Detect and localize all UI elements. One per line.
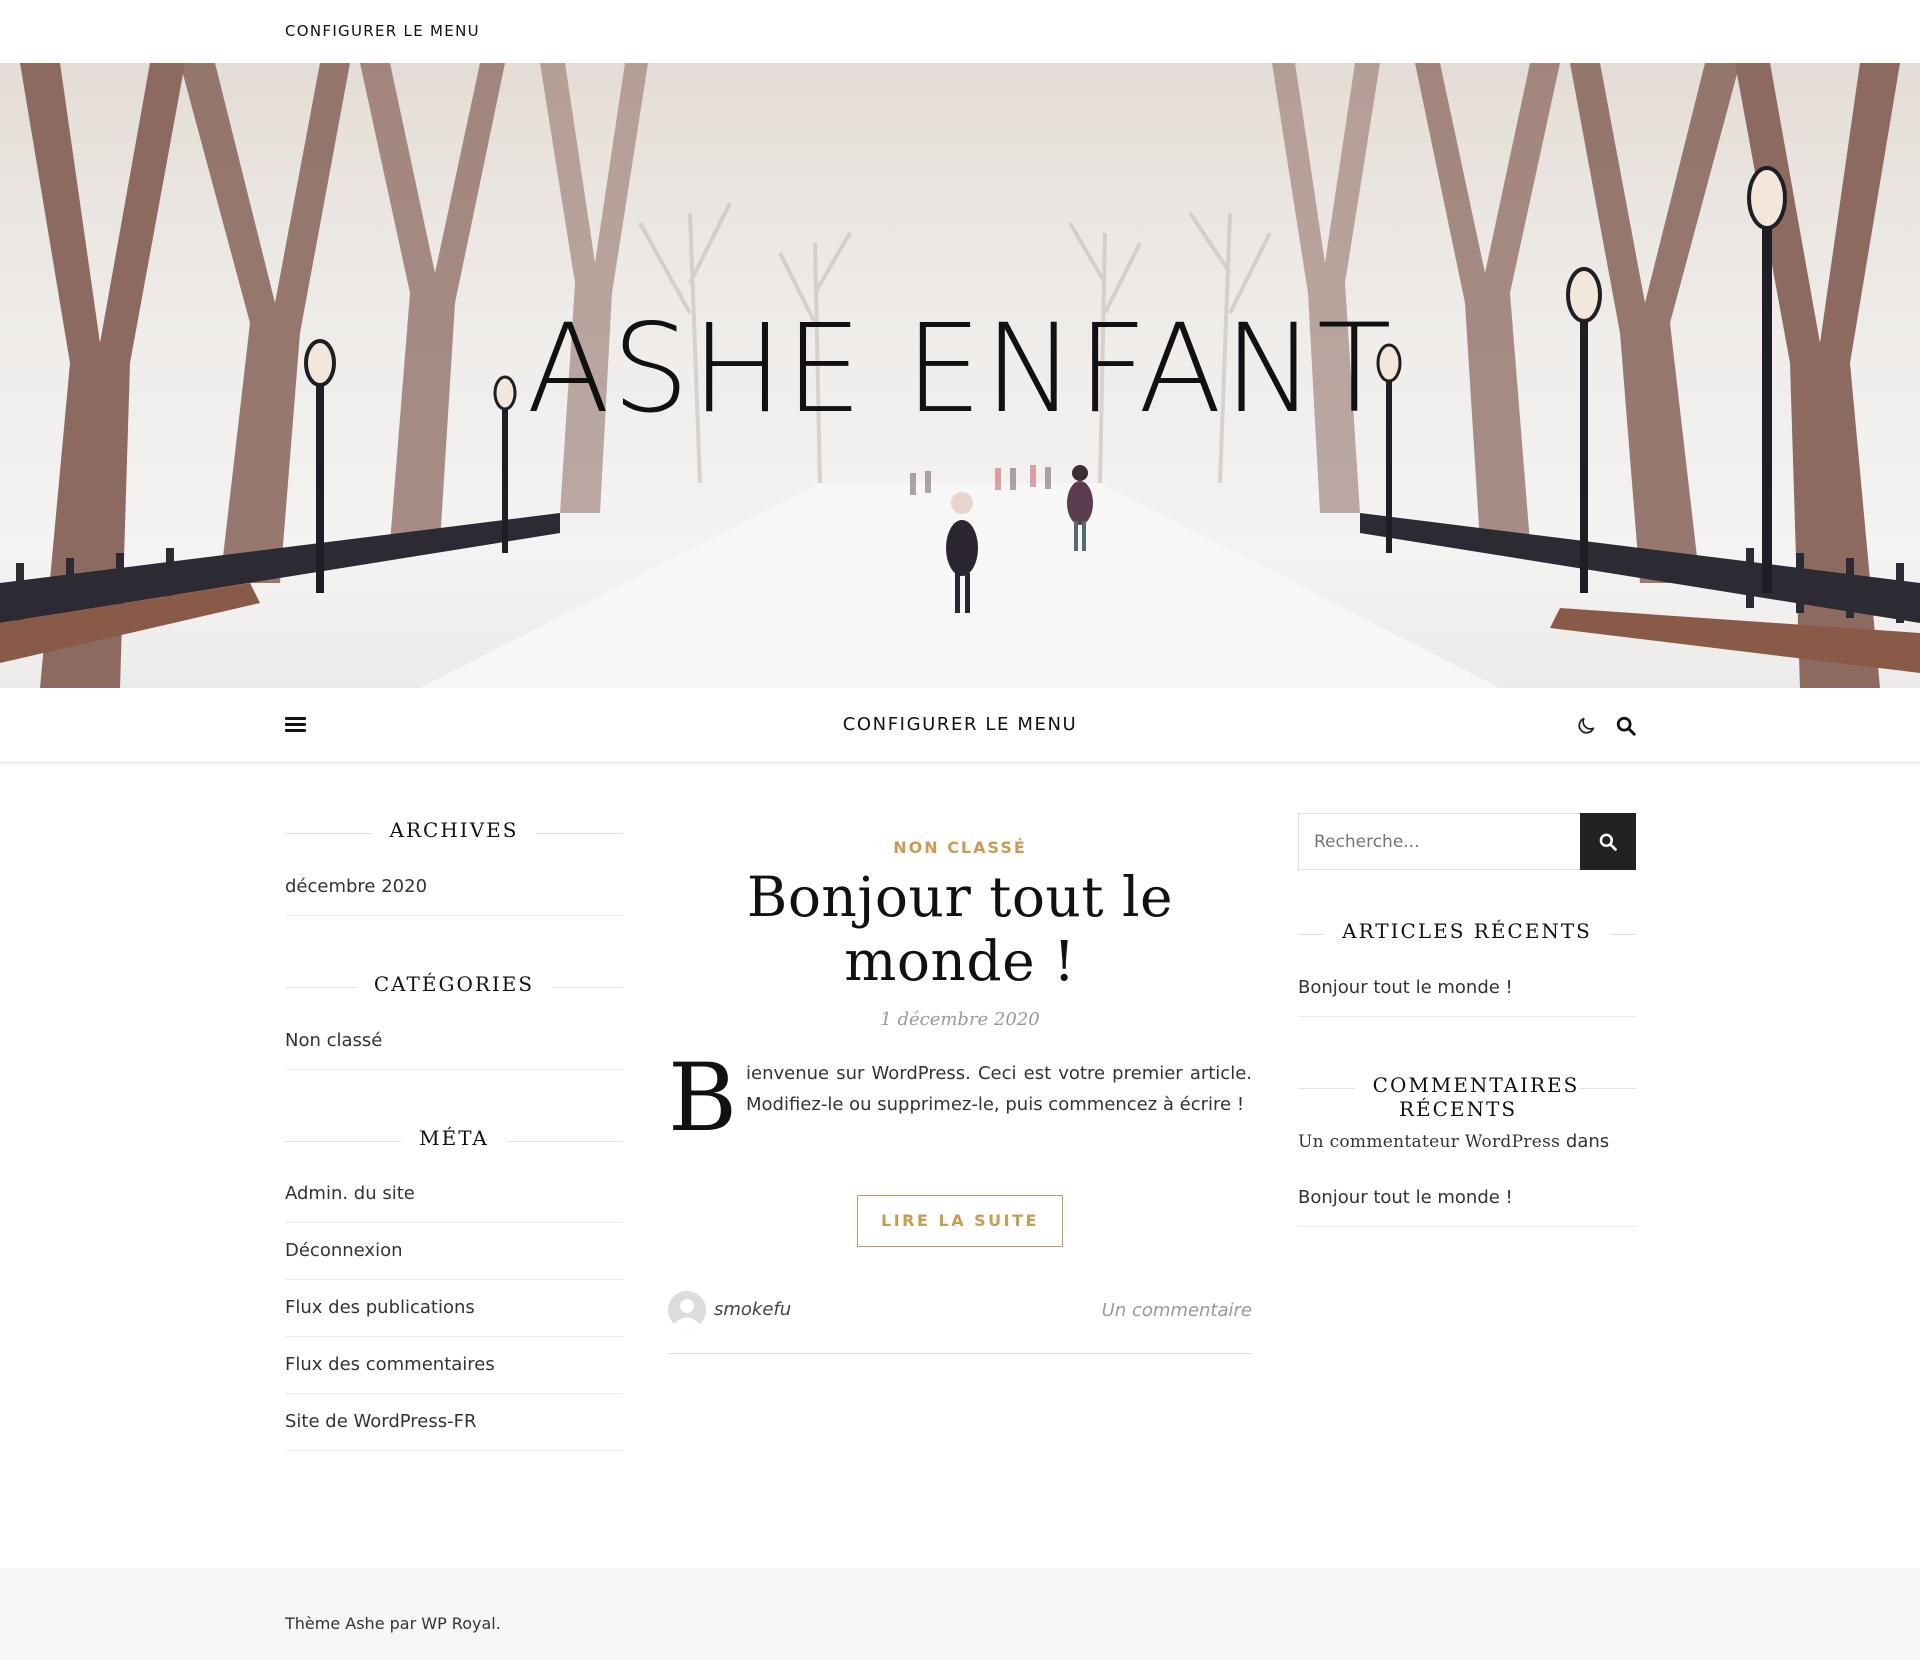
search-button[interactable]	[1580, 813, 1636, 870]
recent-comment-item: Un commentateur WordPress dans Bonjour t…	[1298, 1114, 1636, 1227]
post: NON CLASSÉ Bonjour tout le monde ! 1 déc…	[668, 838, 1252, 1354]
post-category[interactable]: NON CLASSÉ	[668, 838, 1252, 857]
footer-credits[interactable]: Thème Ashe par WP Royal.	[285, 1614, 501, 1633]
archives-widget-title: ARCHIVES	[285, 818, 623, 848]
recent-posts-widget-title: ARTICLES RÉCENTS	[1298, 919, 1636, 949]
archive-link[interactable]: décembre 2020	[285, 859, 623, 916]
comment-post-link[interactable]: Bonjour tout le monde !	[1298, 1187, 1513, 1208]
main-navigation: CONFIGURER LE MENU	[0, 688, 1920, 763]
meta-link-logout[interactable]: Déconnexion	[285, 1223, 623, 1280]
commenter-name[interactable]: Un commentateur WordPress	[1298, 1132, 1560, 1152]
read-more-button[interactable]: LIRE LA SUITE	[857, 1195, 1063, 1247]
post-meta: smokefu Un commentaire	[668, 1291, 1252, 1354]
user-icon	[668, 1291, 706, 1329]
search-icon	[1599, 833, 1617, 851]
top-menu-link[interactable]: CONFIGURER LE MENU	[285, 22, 480, 40]
category-link[interactable]: Non classé	[285, 1013, 623, 1070]
categories-widget-title: CATÉGORIES	[285, 972, 623, 1002]
excerpt-text: ienvenue sur WordPress. Ceci est votre p…	[746, 1063, 1252, 1115]
categories-list: Non classé	[285, 1013, 623, 1070]
dropcap: B	[668, 1044, 738, 1153]
meta-link-admin[interactable]: Admin. du site	[285, 1166, 623, 1223]
avatar[interactable]	[668, 1291, 706, 1329]
recent-comments-widget-title: COMMENTAIRES RÉCENTS	[1298, 1073, 1636, 1121]
meta-link-wordpress-fr[interactable]: Site de WordPress-FR	[285, 1394, 623, 1451]
search-icon[interactable]	[1615, 715, 1637, 737]
footer: Thème Ashe par WP Royal.	[0, 1568, 1920, 1660]
meta-link-posts-feed[interactable]: Flux des publications	[285, 1280, 623, 1337]
search-form	[1298, 813, 1636, 870]
moon-icon[interactable]	[1575, 715, 1597, 737]
meta-link-comments-feed[interactable]: Flux des commentaires	[285, 1337, 623, 1394]
recent-posts-list: Bonjour tout le monde !	[1298, 960, 1636, 1017]
recent-comments-list: Un commentateur WordPress dans Bonjour t…	[1298, 1114, 1636, 1227]
recent-post-link[interactable]: Bonjour tout le monde !	[1298, 960, 1636, 1017]
header-image: ASHE ENFANT	[0, 63, 1920, 688]
right-sidebar: ARTICLES RÉCENTS Bonjour tout le monde !…	[1298, 813, 1636, 1227]
left-sidebar: ARCHIVES décembre 2020 CATÉGORIES Non cl…	[285, 818, 623, 1451]
top-bar: CONFIGURER LE MENU	[0, 0, 1920, 63]
post-title[interactable]: Bonjour tout le monde !	[668, 865, 1252, 993]
comment-connector: dans	[1565, 1131, 1610, 1152]
search-input[interactable]	[1298, 813, 1580, 870]
meta-list: Admin. du site Déconnexion Flux des publ…	[285, 1166, 623, 1451]
post-author[interactable]: smokefu	[714, 1299, 791, 1320]
post-date: 1 décembre 2020	[880, 1009, 1040, 1030]
post-comments-link[interactable]: Un commentaire	[1102, 1300, 1252, 1321]
archives-list: décembre 2020	[285, 859, 623, 916]
meta-widget-title: MÉTA	[285, 1126, 623, 1156]
post-excerpt: B ienvenue sur WordPress. Ceci est votre…	[668, 1052, 1252, 1150]
site-title[interactable]: ASHE ENFANT	[0, 298, 1920, 440]
